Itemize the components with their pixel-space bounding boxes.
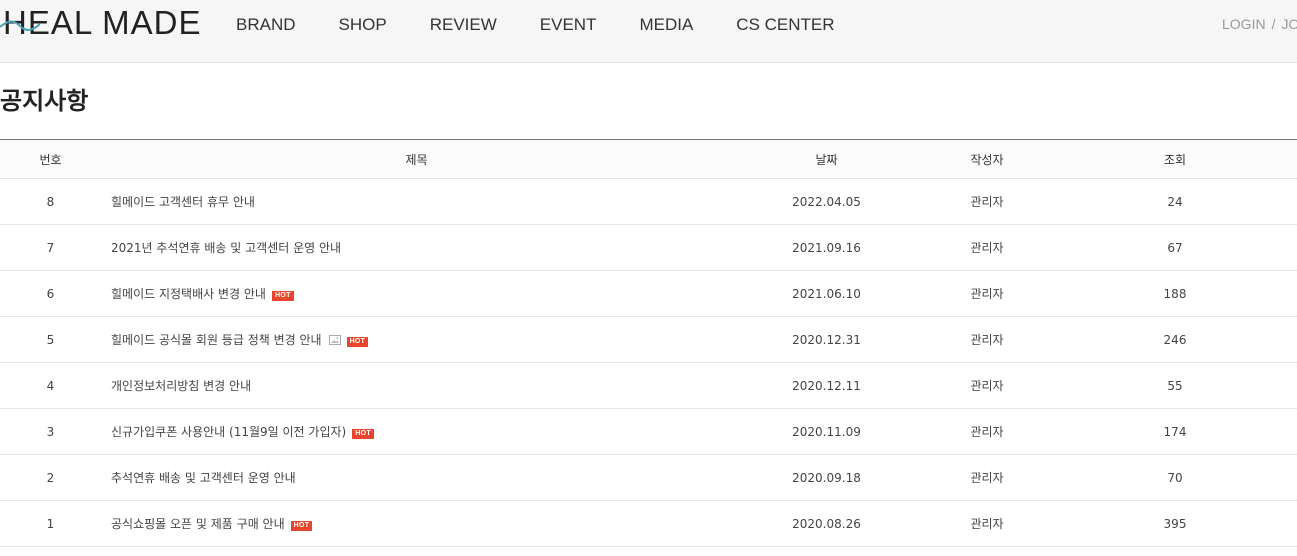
- notice-table: 번호 제목 날짜 작성자 조회 8 힐메이드 고객센터 휴무 안내 2022.04.…: [0, 139, 1297, 547]
- site-header: HEAL MADE BRAND SHOP REVIEW EVENT MEDIA …: [0, 0, 1297, 63]
- hot-badge: HOT: [346, 337, 369, 347]
- post-title-cell: 추석연휴 배송 및 고객센터 운영 안내: [101, 454, 732, 501]
- table-row: 5 힐메이드 공식몰 회원 등급 정책 변경 안내 HOT 2020.12.31 관리자…: [0, 316, 1297, 363]
- post-hits: 55: [1053, 362, 1297, 409]
- util-separator: /: [1271, 16, 1276, 32]
- post-writer: 관리자: [921, 362, 1053, 409]
- nav-shop[interactable]: SHOP: [339, 0, 387, 50]
- post-title-cell: 공식쇼핑몰 오픈 및 제품 구매 안내 HOT: [101, 500, 732, 547]
- post-number: 4: [0, 362, 101, 409]
- post-date: 2020.08.26: [732, 500, 921, 547]
- post-date: 2020.11.09: [732, 408, 921, 455]
- post-date: 2021.06.10: [732, 270, 921, 317]
- post-writer: 관리자: [921, 224, 1053, 271]
- post-hits: 70: [1053, 454, 1297, 501]
- post-title-link[interactable]: 2021년 추석연휴 배송 및 고객센터 운영 안내: [111, 241, 341, 255]
- post-number: 5: [0, 316, 101, 363]
- nav-event[interactable]: EVENT: [540, 0, 597, 50]
- post-title-cell: 개인정보처리방침 변경 안내: [101, 362, 732, 409]
- table-row: 2 추석연휴 배송 및 고객센터 운영 안내 2020.09.18 관리자 70: [0, 454, 1297, 501]
- util-links: LOGIN / JOI: [1222, 0, 1297, 48]
- table-row: 6 힐메이드 지정택배사 변경 안내 HOT 2021.06.10 관리자 188: [0, 270, 1297, 317]
- table-row: 3 신규가입쿠폰 사용안내 (11월9일 이전 가입자) HOT 2020.11.09…: [0, 408, 1297, 455]
- post-writer: 관리자: [921, 316, 1053, 363]
- post-title-cell: 2021년 추석연휴 배송 및 고객센터 운영 안내: [101, 224, 732, 271]
- post-number: 7: [0, 224, 101, 271]
- post-title-link[interactable]: 힐메이드 지정택배사 변경 안내: [111, 287, 266, 301]
- post-writer: 관리자: [921, 500, 1053, 547]
- post-writer: 관리자: [921, 178, 1053, 225]
- hot-badge: HOT: [290, 521, 313, 531]
- post-title-cell: 힐메이드 고객센터 휴무 안내: [101, 178, 732, 225]
- post-date: 2021.09.16: [732, 224, 921, 271]
- image-attachment-icon: [328, 335, 341, 345]
- column-header-no: 번호: [0, 139, 101, 179]
- post-hits: 395: [1053, 500, 1297, 547]
- nav-cs-center[interactable]: CS CENTER: [736, 0, 834, 50]
- post-number: 1: [0, 500, 101, 547]
- post-date: 2020.12.31: [732, 316, 921, 363]
- nav-media[interactable]: MEDIA: [639, 0, 693, 50]
- post-title-link[interactable]: 신규가입쿠폰 사용안내 (11월9일 이전 가입자): [111, 425, 346, 439]
- post-hits: 174: [1053, 408, 1297, 455]
- nav-review[interactable]: REVIEW: [430, 0, 497, 50]
- page-title: 공지사항: [0, 87, 89, 115]
- post-title-link[interactable]: 추석연휴 배송 및 고객센터 운영 안내: [111, 471, 296, 485]
- post-hits: 188: [1053, 270, 1297, 317]
- nav-brand[interactable]: BRAND: [236, 0, 296, 50]
- main-nav: BRAND SHOP REVIEW EVENT MEDIA CS CENTER: [236, 0, 835, 50]
- post-writer: 관리자: [921, 454, 1053, 501]
- post-number: 8: [0, 178, 101, 225]
- table-row: 1 공식쇼핑몰 오픈 및 제품 구매 안내 HOT 2020.08.26 관리자 395: [0, 500, 1297, 547]
- table-row: 8 힐메이드 고객센터 휴무 안내 2022.04.05 관리자 24: [0, 178, 1297, 225]
- post-writer: 관리자: [921, 270, 1053, 317]
- post-title-cell: 신규가입쿠폰 사용안내 (11월9일 이전 가입자) HOT: [101, 408, 732, 455]
- post-title-link[interactable]: 개인정보처리방침 변경 안내: [111, 379, 251, 393]
- post-hits: 246: [1053, 316, 1297, 363]
- column-header-title: 제목: [101, 139, 732, 179]
- column-header-writer: 작성자: [921, 139, 1053, 179]
- table-body: 8 힐메이드 고객센터 휴무 안내 2022.04.05 관리자 24 7 2021년 추석…: [0, 178, 1297, 547]
- join-link[interactable]: JOI: [1281, 16, 1297, 32]
- post-number: 2: [0, 454, 101, 501]
- post-title-link[interactable]: 힐메이드 고객센터 휴무 안내: [111, 195, 255, 209]
- table-header-row: 번호 제목 날짜 작성자 조회: [0, 139, 1297, 179]
- post-date: 2020.09.18: [732, 454, 921, 501]
- table-row: 7 2021년 추석연휴 배송 및 고객센터 운영 안내 2021.09.16 관리자…: [0, 224, 1297, 271]
- post-date: 2020.12.11: [732, 362, 921, 409]
- post-title-cell: 힐메이드 공식몰 회원 등급 정책 변경 안내 HOT: [101, 316, 732, 363]
- post-hits: 24: [1053, 178, 1297, 225]
- post-writer: 관리자: [921, 408, 1053, 455]
- column-header-hits: 조회: [1053, 139, 1297, 179]
- hot-badge: HOT: [271, 291, 294, 301]
- hot-badge: HOT: [352, 429, 374, 439]
- post-hits: 67: [1053, 224, 1297, 271]
- post-number: 3: [0, 408, 101, 455]
- wave-icon: [0, 20, 40, 31]
- table-row: 4 개인정보처리방침 변경 안내 2020.12.11 관리자 55: [0, 362, 1297, 409]
- post-title-link[interactable]: 공식쇼핑몰 오픈 및 제품 구매 안내: [111, 517, 285, 531]
- post-title-cell: 힐메이드 지정택배사 변경 안내 HOT: [101, 270, 732, 317]
- column-header-date: 날짜: [732, 139, 921, 179]
- post-date: 2022.04.05: [732, 178, 921, 225]
- post-title-link[interactable]: 힐메이드 공식몰 회원 등급 정책 변경 안내: [111, 333, 322, 347]
- login-link[interactable]: LOGIN: [1222, 16, 1266, 32]
- post-number: 6: [0, 270, 101, 317]
